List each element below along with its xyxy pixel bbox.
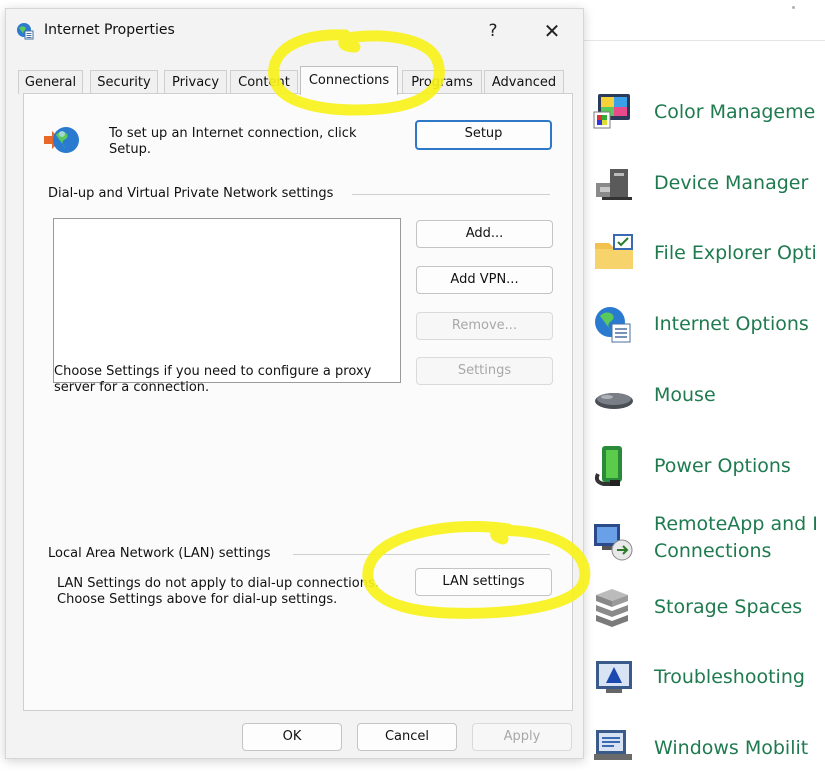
control-panel-divider xyxy=(580,40,825,41)
add-button[interactable]: Add... xyxy=(416,220,553,248)
cp-item-color-management[interactable]: Color Manageme xyxy=(592,86,815,138)
tab-programs[interactable]: Programs xyxy=(402,70,482,94)
title-bar[interactable]: Internet Properties ? ✕ xyxy=(6,9,583,53)
cp-item-label: Windows Mobilit xyxy=(654,737,809,759)
internet-properties-dialog: Internet Properties ? ✕ General Security… xyxy=(5,8,584,759)
control-panel-dot xyxy=(792,6,795,9)
cp-item-label: Storage Spaces xyxy=(654,596,803,618)
ok-button[interactable]: OK xyxy=(242,723,342,751)
remoteapp-icon xyxy=(592,518,636,562)
cp-item-label: File Explorer Opti xyxy=(654,242,817,264)
cp-item-label: RemoteApp and I xyxy=(654,513,818,535)
lan-settings-button[interactable]: LAN settings xyxy=(415,568,552,596)
apply-button[interactable]: Apply xyxy=(472,723,572,751)
lan-description: LAN Settings do not apply to dial-up con… xyxy=(57,576,379,607)
cp-item-label: Device Manager xyxy=(654,172,809,194)
setup-button[interactable]: Setup xyxy=(415,120,552,150)
tab-privacy[interactable]: Privacy xyxy=(164,70,227,94)
help-button[interactable]: ? xyxy=(478,17,508,45)
close-button[interactable]: ✕ xyxy=(534,17,570,45)
tab-general[interactable]: General xyxy=(18,70,83,94)
cp-item-label: Mouse xyxy=(654,384,716,406)
cp-item-storage-spaces[interactable]: Storage Spaces xyxy=(592,581,802,633)
internet-options-icon xyxy=(592,302,636,346)
cp-item-label: Color Manageme xyxy=(654,101,816,123)
tab-content[interactable]: Content xyxy=(230,70,298,94)
remove-button[interactable]: Remove... xyxy=(416,312,553,340)
dialup-group-label: Dial-up and Virtual Private Network sett… xyxy=(48,186,334,201)
tab-security[interactable]: Security xyxy=(90,70,158,94)
connections-panel: To set up an Internet connection, click … xyxy=(23,93,573,711)
dialup-group-divider xyxy=(352,194,550,195)
cp-item-label: Troubleshooting xyxy=(654,666,805,688)
cp-item-troubleshooting[interactable]: Troubleshooting xyxy=(592,651,805,703)
cp-item-label-group: RemoteApp and I Connections xyxy=(654,512,818,563)
cp-item-remoteapp[interactable]: RemoteApp and I Connections xyxy=(592,512,818,574)
cp-item-power-options[interactable]: Power Options xyxy=(592,440,791,492)
storage-spaces-icon xyxy=(592,585,636,629)
cp-item-mouse[interactable]: Mouse xyxy=(592,369,716,421)
cp-item-label-line2: Connections xyxy=(654,540,772,562)
cp-item-file-explorer-options[interactable]: File Explorer Opti xyxy=(592,227,817,279)
cp-item-windows-mobility[interactable]: Windows Mobilit xyxy=(592,722,808,774)
cp-item-label: Internet Options xyxy=(654,313,809,335)
tab-connections[interactable]: Connections xyxy=(300,66,398,95)
color-management-icon xyxy=(592,90,636,134)
internet-properties-icon xyxy=(16,22,34,40)
power-options-icon xyxy=(592,444,636,488)
settings-button[interactable]: Settings xyxy=(416,357,553,385)
dialog-title: Internet Properties xyxy=(44,22,175,38)
mouse-icon xyxy=(592,373,636,417)
cp-item-label: Power Options xyxy=(654,455,791,477)
tab-advanced[interactable]: Advanced xyxy=(484,70,564,94)
setup-description: To set up an Internet connection, click … xyxy=(109,126,357,157)
lan-group-label: Local Area Network (LAN) settings xyxy=(48,546,271,561)
lan-group-divider xyxy=(293,554,550,555)
windows-mobility-icon xyxy=(592,726,636,770)
internet-connection-icon xyxy=(42,122,80,158)
cp-item-internet-options[interactable]: Internet Options xyxy=(592,298,809,350)
proxy-settings-description: Choose Settings if you need to configure… xyxy=(54,364,372,395)
device-manager-icon xyxy=(592,161,636,205)
cancel-button[interactable]: Cancel xyxy=(357,723,457,751)
add-vpn-button[interactable]: Add VPN... xyxy=(416,266,553,294)
cp-item-device-manager[interactable]: Device Manager xyxy=(592,157,808,209)
file-explorer-options-icon xyxy=(592,231,636,275)
troubleshooting-icon xyxy=(592,655,636,699)
connections-listbox[interactable] xyxy=(53,218,401,383)
